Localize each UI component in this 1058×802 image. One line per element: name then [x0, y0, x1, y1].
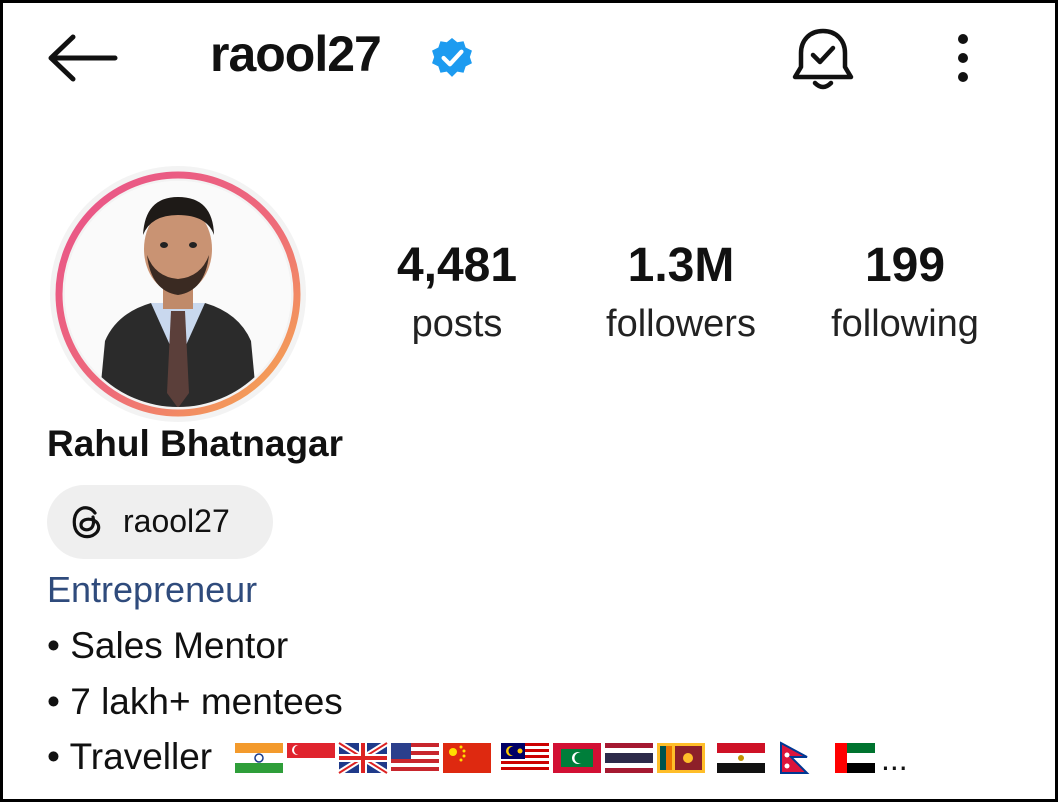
flag-thailand-icon — [605, 743, 653, 773]
flag-china-icon — [443, 743, 491, 773]
threads-icon — [72, 506, 101, 539]
following-count: 199 — [864, 239, 946, 292]
avatar-photo — [50, 166, 306, 422]
stat-posts[interactable]: 4,481 posts — [347, 235, 567, 349]
profile-avatar[interactable] — [47, 163, 309, 425]
bio-ellipsis[interactable]: ... — [881, 741, 908, 778]
flag-uk-icon — [337, 740, 389, 776]
flag-india-icon — [235, 743, 283, 773]
profile-full-name: Rahul Bhatnagar — [47, 423, 344, 464]
bio-line-1: • Sales Mentor — [47, 625, 289, 666]
back-button[interactable] — [45, 31, 121, 85]
bio-line-3: • Traveller — [47, 736, 213, 777]
stat-following[interactable]: 199 following — [795, 235, 1015, 349]
flag-maldives-icon — [553, 743, 601, 773]
followers-count: 1.3M — [627, 239, 735, 292]
threads-handle: raool27 — [123, 503, 230, 539]
bell-check-icon — [792, 28, 854, 90]
profile-screen: raool27 4,481 posts 1.3M followers 199 f… — [0, 0, 1058, 802]
profile-username: raool27 — [210, 26, 382, 82]
profile-category[interactable]: Entrepreneur — [47, 569, 257, 611]
threads-link-chip[interactable]: raool27 — [47, 485, 273, 559]
following-label: following — [831, 303, 979, 345]
stat-followers[interactable]: 1.3M followers — [571, 235, 791, 349]
flag-egypt-icon — [717, 743, 765, 773]
arrow-left-icon — [48, 34, 118, 82]
flag-usa-icon — [391, 743, 439, 773]
posts-label: posts — [411, 303, 503, 345]
more-options-button[interactable] — [943, 29, 983, 89]
notifications-button[interactable] — [787, 25, 859, 93]
more-vertical-icon — [958, 34, 968, 82]
flag-malaysia-icon — [501, 743, 549, 773]
bio-line-2: • 7 lakh+ mentees — [47, 681, 343, 722]
flag-uae-icon — [835, 743, 875, 773]
posts-count: 4,481 — [396, 239, 518, 292]
flag-srilanka-icon — [657, 743, 705, 773]
verified-badge-icon — [432, 38, 472, 77]
flag-singapore-icon — [287, 743, 335, 773]
travel-flags — [235, 740, 875, 776]
flag-nepal-icon — [780, 741, 810, 774]
followers-label: followers — [606, 303, 756, 345]
